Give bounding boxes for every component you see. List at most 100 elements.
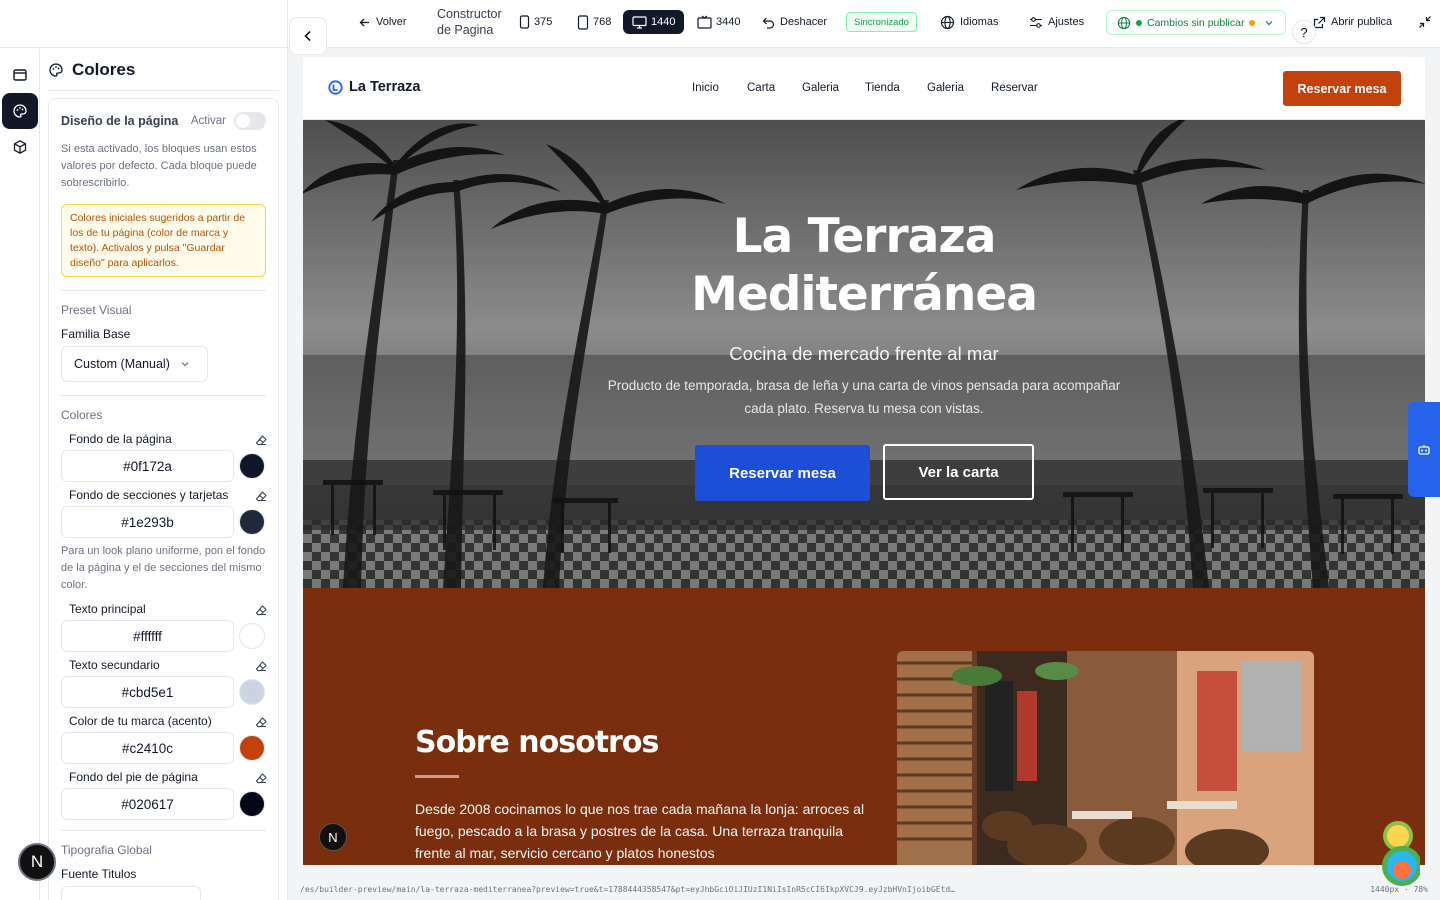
hero-reserve-button[interactable]: Reservar mesa: [695, 445, 870, 501]
preset-title: Preset Visual: [61, 303, 132, 317]
languages-button[interactable]: Idiomas: [940, 0, 999, 44]
panel-header: Colores: [40, 49, 287, 91]
color-hex-input[interactable]: #0f172a: [61, 450, 234, 482]
hero-section: La Terraza Mediterránea Cocina de mercad…: [303, 120, 1425, 588]
device-1440-button[interactable]: 1440: [623, 10, 685, 34]
family-value: Custom (Manual): [74, 357, 170, 371]
nav-link-tienda[interactable]: Tienda: [865, 82, 900, 94]
about-image: [897, 651, 1314, 865]
device-label: 1440: [651, 16, 676, 28]
cube-icon[interactable]: [2, 129, 38, 165]
color-row-text-primary: Texto principal #ffffff: [49, 602, 278, 658]
family-select[interactable]: Custom (Manual): [61, 346, 208, 382]
color-swatch[interactable]: [239, 509, 265, 535]
globe-icon: [1117, 16, 1131, 30]
avatar[interactable]: N: [18, 843, 56, 881]
typography-title: Tipografia Global: [61, 843, 152, 857]
design-help-text: Si esta activado, los bloques usan estos…: [61, 143, 257, 189]
nav-link-reservar[interactable]: Reservar: [991, 82, 1038, 94]
palette-icon: [48, 62, 64, 78]
color-row-section-bg: Fondo de secciones y tarjetas #1e293b: [49, 488, 278, 544]
colors-title: Colores: [61, 408, 103, 422]
color-row-text-secondary: Texto secundario #cbd5e1: [49, 658, 278, 714]
collapse-panel-button[interactable]: [289, 17, 327, 55]
nav-link-inicio[interactable]: Inicio: [692, 82, 719, 94]
design-toggle-row: Diseño de la página Activar: [61, 112, 266, 130]
nav-link-galeria-2[interactable]: Galeria: [927, 82, 964, 94]
design-label: Diseño de la página: [61, 114, 179, 128]
chevron-down-icon: [180, 359, 190, 369]
color-hex-input[interactable]: #1e293b: [61, 506, 234, 538]
color-row-footer-bg: Fondo del pie de página #020617: [49, 770, 278, 826]
design-activate-toggle[interactable]: [234, 112, 266, 130]
eraser-icon[interactable]: [255, 490, 268, 503]
color-swatch[interactable]: [239, 453, 265, 479]
eraser-icon[interactable]: [255, 434, 268, 447]
color-hex-input[interactable]: #cbd5e1: [61, 676, 234, 708]
status-dot: [1136, 19, 1142, 26]
hero-title-line-1: La Terraza: [732, 209, 997, 264]
divider: [61, 395, 266, 396]
layout-icon[interactable]: [2, 57, 38, 93]
device-768-button[interactable]: 768: [568, 10, 620, 34]
back-button[interactable]: Volver: [358, 0, 407, 44]
monitor-icon: [632, 15, 647, 29]
about-section: Sobre nosotros Desde 2008 cocinamos lo q…: [303, 588, 1425, 865]
suggested-colors-notice: Colores iniciales sugeridos a partir de …: [61, 204, 266, 277]
open-public-button[interactable]: Abrir publica: [1313, 0, 1392, 44]
warning-dot: [1249, 19, 1256, 26]
color-row-accent: Color de tu marca (acento) #c2410c: [49, 714, 278, 770]
undo-button[interactable]: Deshacer: [762, 0, 827, 44]
builder-title: Constructor de Pagina: [437, 7, 502, 37]
color-swatch[interactable]: [239, 735, 265, 761]
hero-menu-button[interactable]: Ver la carta: [883, 444, 1034, 500]
site-brand: La Terraza: [349, 79, 421, 95]
color-swatch[interactable]: [239, 791, 265, 817]
hero-subtitle: Cocina de mercado frente al mar: [729, 343, 999, 364]
device-375-button[interactable]: 375: [510, 10, 561, 34]
assistant-mascot[interactable]: [1380, 818, 1420, 892]
device-3440-button[interactable]: 3440: [688, 10, 749, 34]
hero-title: La Terraza Mediterránea: [303, 208, 1425, 324]
nav-link-carta[interactable]: Carta: [747, 82, 775, 94]
chevron-left-icon: [303, 30, 313, 42]
device-label: 375: [534, 16, 553, 28]
palette-icon[interactable]: [2, 93, 38, 129]
side-assistant-tab[interactable]: [1408, 402, 1440, 497]
nav-reserve-button[interactable]: Reservar mesa: [1283, 71, 1401, 106]
eraser-icon[interactable]: [255, 772, 268, 785]
device-label: 768: [593, 16, 612, 28]
avatar[interactable]: N: [319, 823, 347, 851]
site-logo[interactable]: La Terraza: [328, 79, 420, 95]
hero-description: Producto de temporada, brasa de leña y u…: [607, 378, 1121, 416]
nav-link-galeria[interactable]: Galeria: [802, 82, 839, 94]
eraser-icon[interactable]: [255, 660, 268, 673]
color-hex-input[interactable]: #ffffff: [61, 620, 234, 652]
unpublished-changes-dropdown[interactable]: Cambios sin publicar: [1106, 10, 1286, 35]
undo-label: Deshacer: [780, 16, 828, 28]
site-navbar: La Terraza Inicio Carta Galeria Tienda G…: [303, 57, 1425, 120]
page-preview: La Terraza Inicio Carta Galeria Tienda G…: [303, 57, 1425, 865]
design-panel: Colores Diseño de la página Activar Si e…: [0, 0, 288, 900]
help-button[interactable]: ?: [1292, 20, 1316, 44]
back-label: Volver: [376, 16, 407, 28]
color-swatch[interactable]: [239, 679, 265, 705]
panel-rail: [0, 49, 40, 900]
eraser-icon[interactable]: [255, 604, 268, 617]
minimize-button[interactable]: [1418, 0, 1432, 44]
tv-icon: [697, 15, 712, 29]
divider: [61, 290, 266, 291]
color-label: Texto principal: [69, 602, 146, 616]
settings-button[interactable]: Ajustes: [1029, 0, 1084, 44]
sliders-icon: [1029, 16, 1043, 29]
color-row-page-bg: Fondo de la página #0f172a: [49, 432, 278, 488]
settings-label: Ajustes: [1048, 16, 1085, 28]
color-swatch[interactable]: [239, 623, 265, 649]
color-hex-input[interactable]: #c2410c: [61, 732, 234, 764]
eraser-icon[interactable]: [255, 716, 268, 729]
color-label: Fondo de secciones y tarjetas: [69, 488, 229, 502]
about-text: Desde 2008 cocinamos lo que nos trae cad…: [415, 801, 865, 861]
heading-font-select[interactable]: [61, 886, 201, 900]
status-bar: /es/builder-preview/main/la-terraza-medi…: [288, 878, 1440, 900]
color-hex-input[interactable]: #020617: [61, 788, 234, 820]
